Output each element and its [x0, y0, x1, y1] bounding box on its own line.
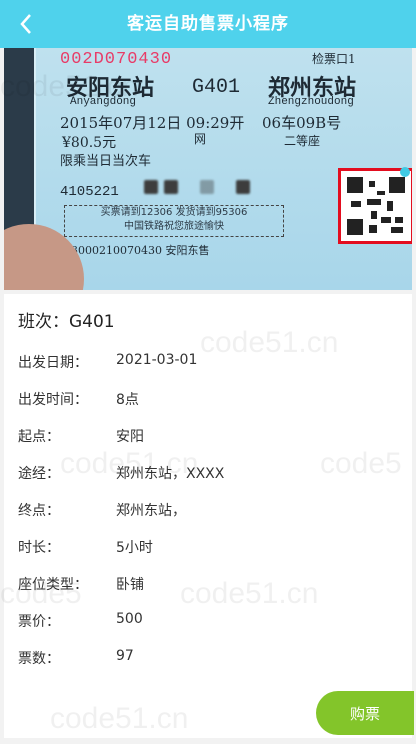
- ticket-from-pinyin: Anyangdong: [70, 96, 137, 108]
- detail-label-origin: 起点：: [18, 429, 60, 445]
- qr-code-highlight: [338, 168, 412, 244]
- detail-value-origin: 安阳: [116, 429, 144, 445]
- detail-label-seat-type: 座位类型：: [18, 577, 88, 593]
- detail-label-price: 票价：: [18, 614, 60, 630]
- ticket-seat: 06车09B号: [262, 114, 342, 132]
- detail-value-destination: 郑州东站，: [116, 503, 186, 519]
- ticket-photo: 002D070430 检票口1 安阳东站 Anyangdong G401 郑州东…: [4, 48, 412, 290]
- blurred-digit: [164, 180, 178, 194]
- ticket-id-number: 4105221: [60, 184, 119, 200]
- blurred-digit: [236, 180, 250, 194]
- detail-value-price: 500: [116, 611, 143, 627]
- carousel-indicator-dot[interactable]: [400, 167, 410, 177]
- ticket-notice-line1: 买票请到12306 发货请到95306: [100, 207, 248, 218]
- detail-value-seat-type: 卧铺: [116, 577, 144, 593]
- ticket-price: ¥80.5元: [62, 135, 117, 151]
- detail-label-via: 途经：: [18, 466, 60, 482]
- detail-label-destination: 终点：: [18, 503, 60, 519]
- train-number: 班次：G401: [18, 312, 115, 332]
- detail-label-quantity: 票数：: [18, 651, 60, 667]
- ticket-bottom-code: 13000210070430 安阳东售: [64, 244, 210, 257]
- ticket-serial: 002D070430: [60, 50, 173, 69]
- detail-value-duration: 5小时: [116, 540, 153, 556]
- ticket-to-pinyin: Zhengzhoudong: [268, 96, 354, 108]
- detail-value-via: 郑州东站，XXXX: [116, 466, 225, 482]
- detail-label-date: 出发日期：: [18, 355, 88, 371]
- ticket-train-number: G401: [192, 76, 241, 99]
- blurred-digit: [200, 180, 214, 194]
- ticket-limit: 限乘当日当次车: [60, 154, 152, 169]
- detail-label-time: 出发时间：: [18, 392, 88, 408]
- ticket-notice: 买票请到12306 发货请到95306 中国铁路祝您旅途愉快: [64, 205, 284, 237]
- buy-ticket-button[interactable]: 购票: [316, 691, 414, 735]
- qr-code-icon: [347, 177, 405, 235]
- detail-label-duration: 时长：: [18, 540, 60, 556]
- ticket-details-card: 班次：G401 出发日期： 2021-03-01 出发时间： 8点 起点： 安阳…: [4, 294, 412, 738]
- page-title: 客运自助售票小程序: [127, 14, 289, 34]
- detail-value-time: 8点: [116, 392, 139, 408]
- train-ticket: 002D070430 检票口1 安阳东站 Anyangdong G401 郑州东…: [34, 48, 412, 290]
- title-bar: 客运自助售票小程序: [0, 0, 416, 48]
- ticket-type: 网: [194, 132, 207, 146]
- blurred-digit: [144, 180, 158, 194]
- ticket-gate: 检票口1: [312, 52, 356, 66]
- ticket-datetime: 2015年07月12日 09:29开: [60, 114, 245, 132]
- detail-value-quantity: 97: [116, 648, 134, 664]
- detail-value-date: 2021-03-01: [116, 352, 198, 368]
- ticket-notice-line2: 中国铁路祝您旅途愉快: [124, 221, 224, 232]
- ticket-seat-class: 二等座: [284, 134, 321, 148]
